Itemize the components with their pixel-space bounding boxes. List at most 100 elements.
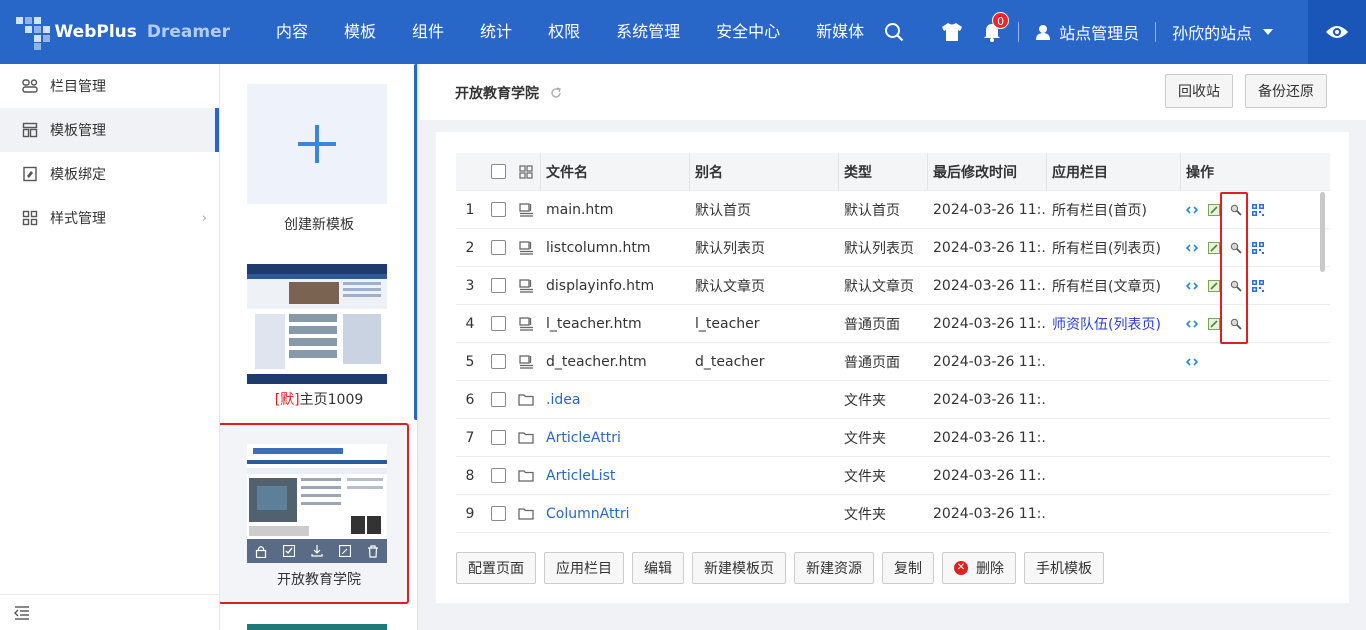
applied-column[interactable]: 师资队伍(列表页) — [1047, 314, 1180, 334]
edit-icon[interactable] — [1208, 241, 1220, 254]
file-name[interactable]: .idea — [541, 392, 689, 408]
collapse-sidebar-button[interactable] — [0, 594, 219, 630]
create-template-button[interactable] — [247, 84, 387, 204]
notification-badge: 0 — [992, 12, 1010, 29]
download-icon[interactable] — [311, 545, 323, 557]
code-icon[interactable] — [1186, 204, 1198, 216]
grid-view-icon[interactable] — [512, 164, 540, 179]
new-template-page-button[interactable]: 新建模板页 — [692, 552, 786, 584]
row-checkbox[interactable] — [484, 506, 512, 521]
config-page-button[interactable]: 配置页面 — [456, 552, 536, 584]
template-thumbnail[interactable] — [247, 624, 387, 630]
file-icon — [512, 240, 540, 255]
backup-restore-button[interactable]: 备份还原 — [1245, 74, 1327, 108]
delete-button[interactable]: ✕ 删除 — [942, 552, 1016, 584]
code-icon[interactable] — [1186, 280, 1198, 292]
edit-icon[interactable] — [1208, 279, 1220, 292]
edit-icon[interactable] — [1208, 317, 1220, 330]
edit-button[interactable]: 编辑 — [632, 552, 684, 584]
file-alias: 默认文章页 — [695, 278, 765, 295]
row-checkbox[interactable] — [484, 278, 512, 293]
code-icon[interactable] — [1186, 318, 1198, 330]
table-row[interactable]: 3 displayinfo.htm 默认文章页 默认文章页 2024-03-26 11:… — [456, 267, 1330, 305]
sidebar-item-bind[interactable]: 模板绑定 — [0, 152, 219, 196]
code-icon[interactable] — [1186, 242, 1198, 254]
code-icon[interactable] — [1186, 356, 1198, 368]
qrcode-icon[interactable] — [1252, 203, 1264, 216]
nav-template[interactable]: 模板 — [326, 0, 394, 64]
copy-button[interactable]: 复制 — [882, 552, 934, 584]
row-index: 5 — [465, 353, 475, 370]
row-checkbox[interactable] — [484, 316, 512, 331]
nav-permission[interactable]: 权限 — [530, 0, 598, 64]
template-thumbnail[interactable] — [247, 264, 387, 384]
edit-doc-icon[interactable] — [339, 545, 351, 557]
table-scrollbar[interactable] — [1320, 192, 1325, 272]
file-name[interactable]: ArticleAttri — [541, 430, 689, 446]
sidebar-item-label: 模板绑定 — [50, 167, 106, 183]
apply-column-button[interactable]: 应用栏目 — [544, 552, 624, 584]
create-template-label: 创建新模板 — [284, 217, 354, 233]
nav-statistics[interactable]: 统计 — [462, 0, 530, 64]
lock-icon[interactable] — [255, 545, 267, 558]
table-body: 1 main.htm 默认首页 默认首页 2024-03-26 11:... 所有栏目(首… — [456, 191, 1330, 533]
default-tag: [默] — [274, 392, 300, 408]
sidebar-item-style[interactable]: 样式管理 › — [0, 196, 219, 240]
nav-component[interactable]: 组件 — [394, 0, 462, 64]
row-checkbox[interactable] — [484, 430, 512, 445]
file-name[interactable]: ColumnAttri — [541, 506, 689, 522]
check-box-icon[interactable] — [283, 545, 295, 557]
table-row[interactable]: 1 main.htm 默认首页 默认首页 2024-03-26 11:... 所有栏目(首… — [456, 191, 1330, 229]
nav-content[interactable]: 内容 — [258, 0, 326, 64]
qrcode-icon[interactable] — [1252, 241, 1264, 254]
row-index: 6 — [465, 391, 475, 408]
notification-button[interactable]: 0 — [972, 0, 1012, 64]
sidebar-item-template[interactable]: 模板管理 — [0, 108, 219, 152]
row-checkbox[interactable] — [484, 468, 512, 483]
table-row[interactable]: 6 .idea 文件夹 2024-03-26 11:... — [456, 381, 1330, 419]
table-row[interactable]: 4 l_teacher.htm l_teacher 普通页面 2024-03-26 11… — [456, 305, 1330, 343]
table-row[interactable]: 5 d_teacher.htm d_teacher 普通页面 2024-03-26 11… — [456, 343, 1330, 381]
logo[interactable]: WebPlus Dreamer — [0, 15, 230, 50]
site-selector[interactable]: 孙欣的站点 — [1162, 20, 1284, 44]
table-row[interactable]: 7 ArticleAttri 文件夹 2024-03-26 11:... — [456, 419, 1330, 457]
row-index: 8 — [465, 467, 475, 484]
modified-time: 2024-03-26 11:... — [933, 505, 1046, 522]
user-menu[interactable]: 站点管理员 — [1025, 20, 1149, 44]
nav-security[interactable]: 安全中心 — [698, 0, 798, 64]
folder-icon — [512, 507, 540, 520]
mobile-template-button[interactable]: 手机模板 — [1024, 552, 1104, 584]
edit-icon[interactable] — [1208, 203, 1220, 216]
qrcode-icon[interactable] — [1252, 279, 1264, 292]
file-name[interactable]: ArticleList — [541, 468, 689, 484]
template-list: 创建新模板 [默]主页1009 开放教育学院 — [220, 64, 418, 630]
applied-column: 所有栏目(首页) — [1052, 202, 1147, 219]
row-checkbox[interactable] — [484, 240, 512, 255]
search-button[interactable] — [874, 0, 914, 64]
highlight-box — [1220, 192, 1248, 344]
user-icon — [1036, 25, 1051, 40]
table-row[interactable]: 9 ColumnAttri 文件夹 2024-03-26 11:... — [456, 495, 1330, 533]
divider — [1018, 22, 1020, 42]
nav-new-media[interactable]: 新媒体 — [798, 0, 868, 64]
sidebar-item-column[interactable]: 栏目管理 — [0, 64, 219, 108]
refresh-icon[interactable] — [550, 87, 562, 99]
recycle-bin-button[interactable]: 回收站 — [1165, 74, 1233, 108]
trash-icon[interactable] — [367, 544, 379, 558]
nav-system[interactable]: 系统管理 — [598, 0, 698, 64]
row-checkbox[interactable] — [484, 354, 512, 369]
theme-button[interactable] — [932, 0, 972, 64]
select-all-checkbox[interactable] — [484, 164, 512, 179]
table-row[interactable]: 8 ArticleList 文件夹 2024-03-26 11:... — [456, 457, 1330, 495]
scrollbar[interactable] — [414, 64, 417, 420]
file-type: 默认首页 — [844, 202, 900, 219]
row-checkbox[interactable] — [484, 202, 512, 217]
header-actions: 操作 — [1186, 164, 1214, 181]
file-alias: 默认列表页 — [695, 240, 765, 257]
row-checkbox[interactable] — [484, 392, 512, 407]
file-name: main.htm — [546, 201, 614, 218]
new-resource-button[interactable]: 新建资源 — [794, 552, 874, 584]
preview-button[interactable] — [1308, 0, 1366, 64]
template-thumbnail-selected[interactable] — [247, 444, 387, 539]
table-row[interactable]: 2 listcolumn.htm 默认列表页 默认列表页 2024-03-26 11:.… — [456, 229, 1330, 267]
